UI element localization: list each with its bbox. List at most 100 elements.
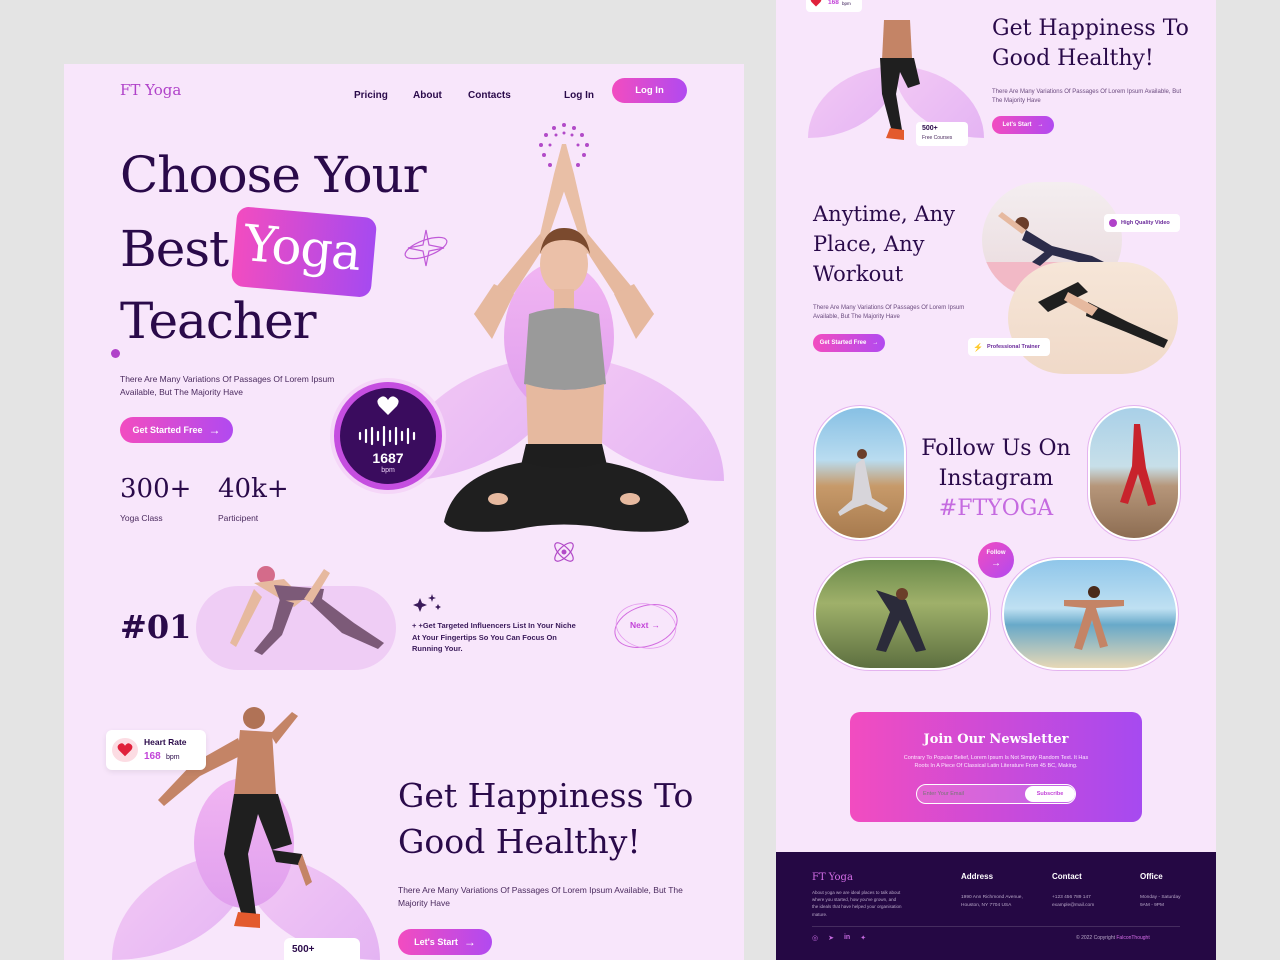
sparkles-icon [412, 592, 442, 621]
mini-happiness-title-line2: Good Healthy! [992, 46, 1154, 71]
anytime-cta-label: Get Started Free [819, 340, 867, 346]
happiness-title-line1: Get Happiness To [398, 776, 694, 815]
anytime-title-line3: Workout [813, 262, 904, 286]
hero-title-line3: Teacher [120, 292, 317, 350]
newsletter-card: Join Our Newsletter Contrary To Popular … [850, 712, 1142, 822]
newsletter-email-input[interactable] [923, 788, 1023, 800]
follow-button[interactable]: Follow → [978, 542, 1014, 578]
brand-logo[interactable]: FT Yoga [120, 81, 181, 99]
anytime-description: There Are Many Variations Of Passages Of… [813, 305, 965, 320]
footer-office-title: Office [1140, 872, 1163, 881]
arrow-right-icon: → [1037, 122, 1044, 128]
instagram-icon[interactable]: ◎ [812, 934, 818, 942]
mini-courses-label: Free Courses [922, 135, 953, 141]
landing-page-preview: 168 bpm 500+ Free Courses Get Happiness … [776, 0, 1216, 960]
landing-page-main: FT Yoga Pricing About Contacts Log In Lo… [64, 64, 744, 960]
stat-participants-label: Participent [218, 513, 259, 523]
footer-brand[interactable]: FT Yoga [812, 872, 853, 883]
anytime-get-started-button[interactable]: Get Started Free → [813, 334, 885, 352]
next-label: Next [630, 620, 649, 630]
heart-rate-card-value: 168 [144, 751, 161, 762]
step-number: #01 [120, 608, 192, 646]
hero-get-started-button[interactable]: Get Started Free → [120, 417, 233, 443]
instagram-photo-sea-yoga[interactable] [1001, 557, 1179, 671]
instagram-photo-beach-yoga[interactable] [813, 405, 907, 541]
nav-item-contacts[interactable]: Contacts [468, 85, 511, 103]
instagram-photo-forest-yoga[interactable] [813, 557, 991, 671]
subscribe-button[interactable]: Subscribe [1025, 786, 1075, 802]
happiness-title-line2: Good Healthy! [398, 822, 641, 861]
footer-divider [812, 926, 1180, 927]
instagram-photo-rock-yoga[interactable] [1087, 405, 1181, 541]
footer-office-days: Monday - Saturday [1140, 895, 1181, 900]
telegram-icon[interactable]: ➤ [828, 934, 834, 942]
heart-icon [810, 0, 822, 7]
login-link-text[interactable]: Log In [564, 90, 594, 101]
stat-classes-value: 300+ [120, 474, 192, 504]
nav-item-pricing[interactable]: Pricing [354, 85, 388, 103]
happiness-cta-label: Let's Start [414, 937, 458, 947]
meditating-woman-photo [434, 144, 694, 544]
hero-description: There Are Many Variations Of Passages Of… [120, 374, 335, 398]
play-icon [1109, 219, 1117, 227]
footer-about: About yoga we are ideal places to talk a… [812, 890, 902, 917]
mini-jumping-man-photo [856, 20, 936, 140]
badge-video-label: High Quality Video [1121, 220, 1170, 226]
nav-item-about[interactable]: About [413, 85, 442, 103]
linkedin-icon[interactable]: in [844, 934, 850, 942]
nav-link-about[interactable]: About [413, 90, 442, 101]
arrow-right-icon: → [651, 620, 660, 630]
courses-card: 500+ [284, 938, 360, 960]
instagram-title-line1: Follow Us On [921, 436, 1071, 461]
leaping-woman-photo [1008, 262, 1178, 374]
mini-lets-start-button[interactable]: Let's Start → [992, 116, 1054, 134]
nav-link-contacts[interactable]: Contacts [468, 90, 511, 101]
anytime-title-line1: Anytime, Any [813, 202, 955, 226]
heart-rate-badge: 1687 bpm [334, 382, 442, 490]
arrow-right-icon: → [991, 558, 1001, 569]
footer-address-title: Address [961, 872, 994, 881]
badge-professional-trainer: ⚡ Professional Trainer [968, 338, 1050, 356]
instagram-title-line2: Instagram [938, 466, 1054, 491]
hero-title-line1: Choose Your [120, 146, 427, 204]
badge-trainer-label: Professional Trainer [986, 344, 1040, 350]
waveform-icon [358, 425, 420, 451]
newsletter-description: Contrary To Popular Belief, Lorem Ipsum … [903, 755, 1089, 770]
step-description: + +Get Targeted Influencers List In Your… [412, 621, 576, 654]
mini-happiness-title-line1: Get Happiness To [992, 16, 1189, 41]
decor-dot [111, 349, 120, 358]
atom-decor-icon [550, 538, 578, 566]
twitter-icon[interactable]: ✦ [860, 934, 866, 942]
instagram-hashtag[interactable]: #FTYOGA [906, 496, 1086, 521]
stat-classes-label: Yoga Class [120, 513, 163, 523]
mini-courses-value: 500+ [922, 125, 938, 132]
nav-link-pricing[interactable]: Pricing [354, 90, 388, 101]
newsletter-title: Join Our Newsletter [923, 732, 1069, 747]
heart-rate-unit: bpm [381, 467, 395, 474]
copyright-text: © 2022 Copyright [1076, 935, 1117, 941]
mini-heart-value: 168 [828, 0, 839, 6]
heart-rate-card-unit: bpm [166, 754, 180, 761]
happiness-lets-start-button[interactable]: Let's Start → [398, 929, 492, 955]
follow-label: Follow [986, 550, 1006, 556]
heart-rate-card: Heart Rate 168 bpm [106, 730, 206, 770]
heart-rate-value: 1687 [372, 450, 404, 466]
mini-courses-card: 500+ Free Courses [916, 122, 968, 146]
mini-heart-card: 168 bpm [806, 0, 862, 12]
lightning-icon: ⚡ [973, 342, 983, 352]
footer-contact-email[interactable]: example@mail.com [1052, 902, 1094, 910]
heart-icon [117, 743, 133, 757]
copyright-company[interactable]: FalconThought [1116, 935, 1149, 941]
mini-heart-unit: bpm [842, 1, 851, 6]
footer: FT Yoga About yoga we are ideal places t… [776, 852, 1216, 960]
next-button[interactable]: Next → [612, 598, 680, 654]
hero-title-yoga: Yoga [241, 214, 363, 282]
heart-rate-label: Heart Rate [144, 737, 187, 747]
nav-login-link[interactable]: Log In [564, 85, 594, 103]
footer-social-icons: ◎ ➤ in ✦ [812, 934, 866, 942]
footer-contact-title: Contact [1052, 872, 1082, 881]
login-button[interactable]: Log In [612, 78, 687, 103]
footer-office-hours: 9AM - 9PM [1140, 903, 1164, 908]
hero-title-best: Best [120, 220, 229, 278]
footer-contact-phone[interactable]: +123 456 789 147 [1052, 894, 1091, 902]
